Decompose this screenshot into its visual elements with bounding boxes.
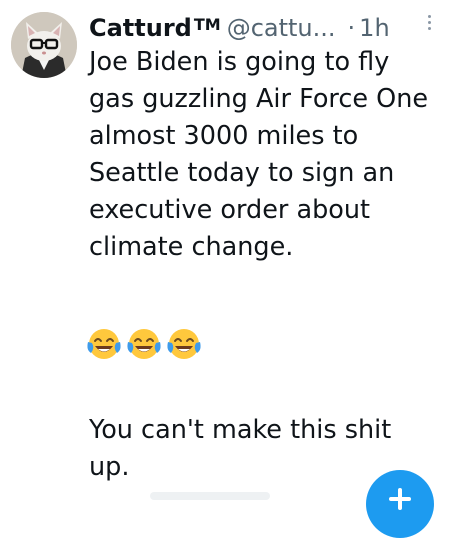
tweet-header: Catturd TM @cattu... · 1h <box>89 10 390 42</box>
tweet-text-main: Joe Biden is going to fly gas guzzling A… <box>89 47 429 262</box>
separator-dot: · <box>347 14 356 42</box>
bottom-divider <box>150 492 270 500</box>
author-name[interactable]: Catturd <box>89 14 192 42</box>
tweet[interactable]: Catturd TM @cattu... · 1h Joe Biden is going… <box>0 0 449 538</box>
face-with-tears-of-joy-icon <box>167 329 201 359</box>
compose-button[interactable] <box>366 470 434 538</box>
avatar[interactable] <box>11 12 77 78</box>
cat-avatar-icon <box>11 12 77 78</box>
tweet-text: Joe Biden is going to fly gas guzzling A… <box>89 44 439 266</box>
face-with-tears-of-joy-icon <box>87 329 121 359</box>
face-with-tears-of-joy-icon <box>127 329 161 359</box>
timestamp[interactable]: 1h <box>359 14 389 42</box>
more-options-icon[interactable] <box>426 15 432 35</box>
author-handle[interactable]: @cattu... <box>227 14 336 42</box>
trademark-label: TM <box>193 15 221 34</box>
